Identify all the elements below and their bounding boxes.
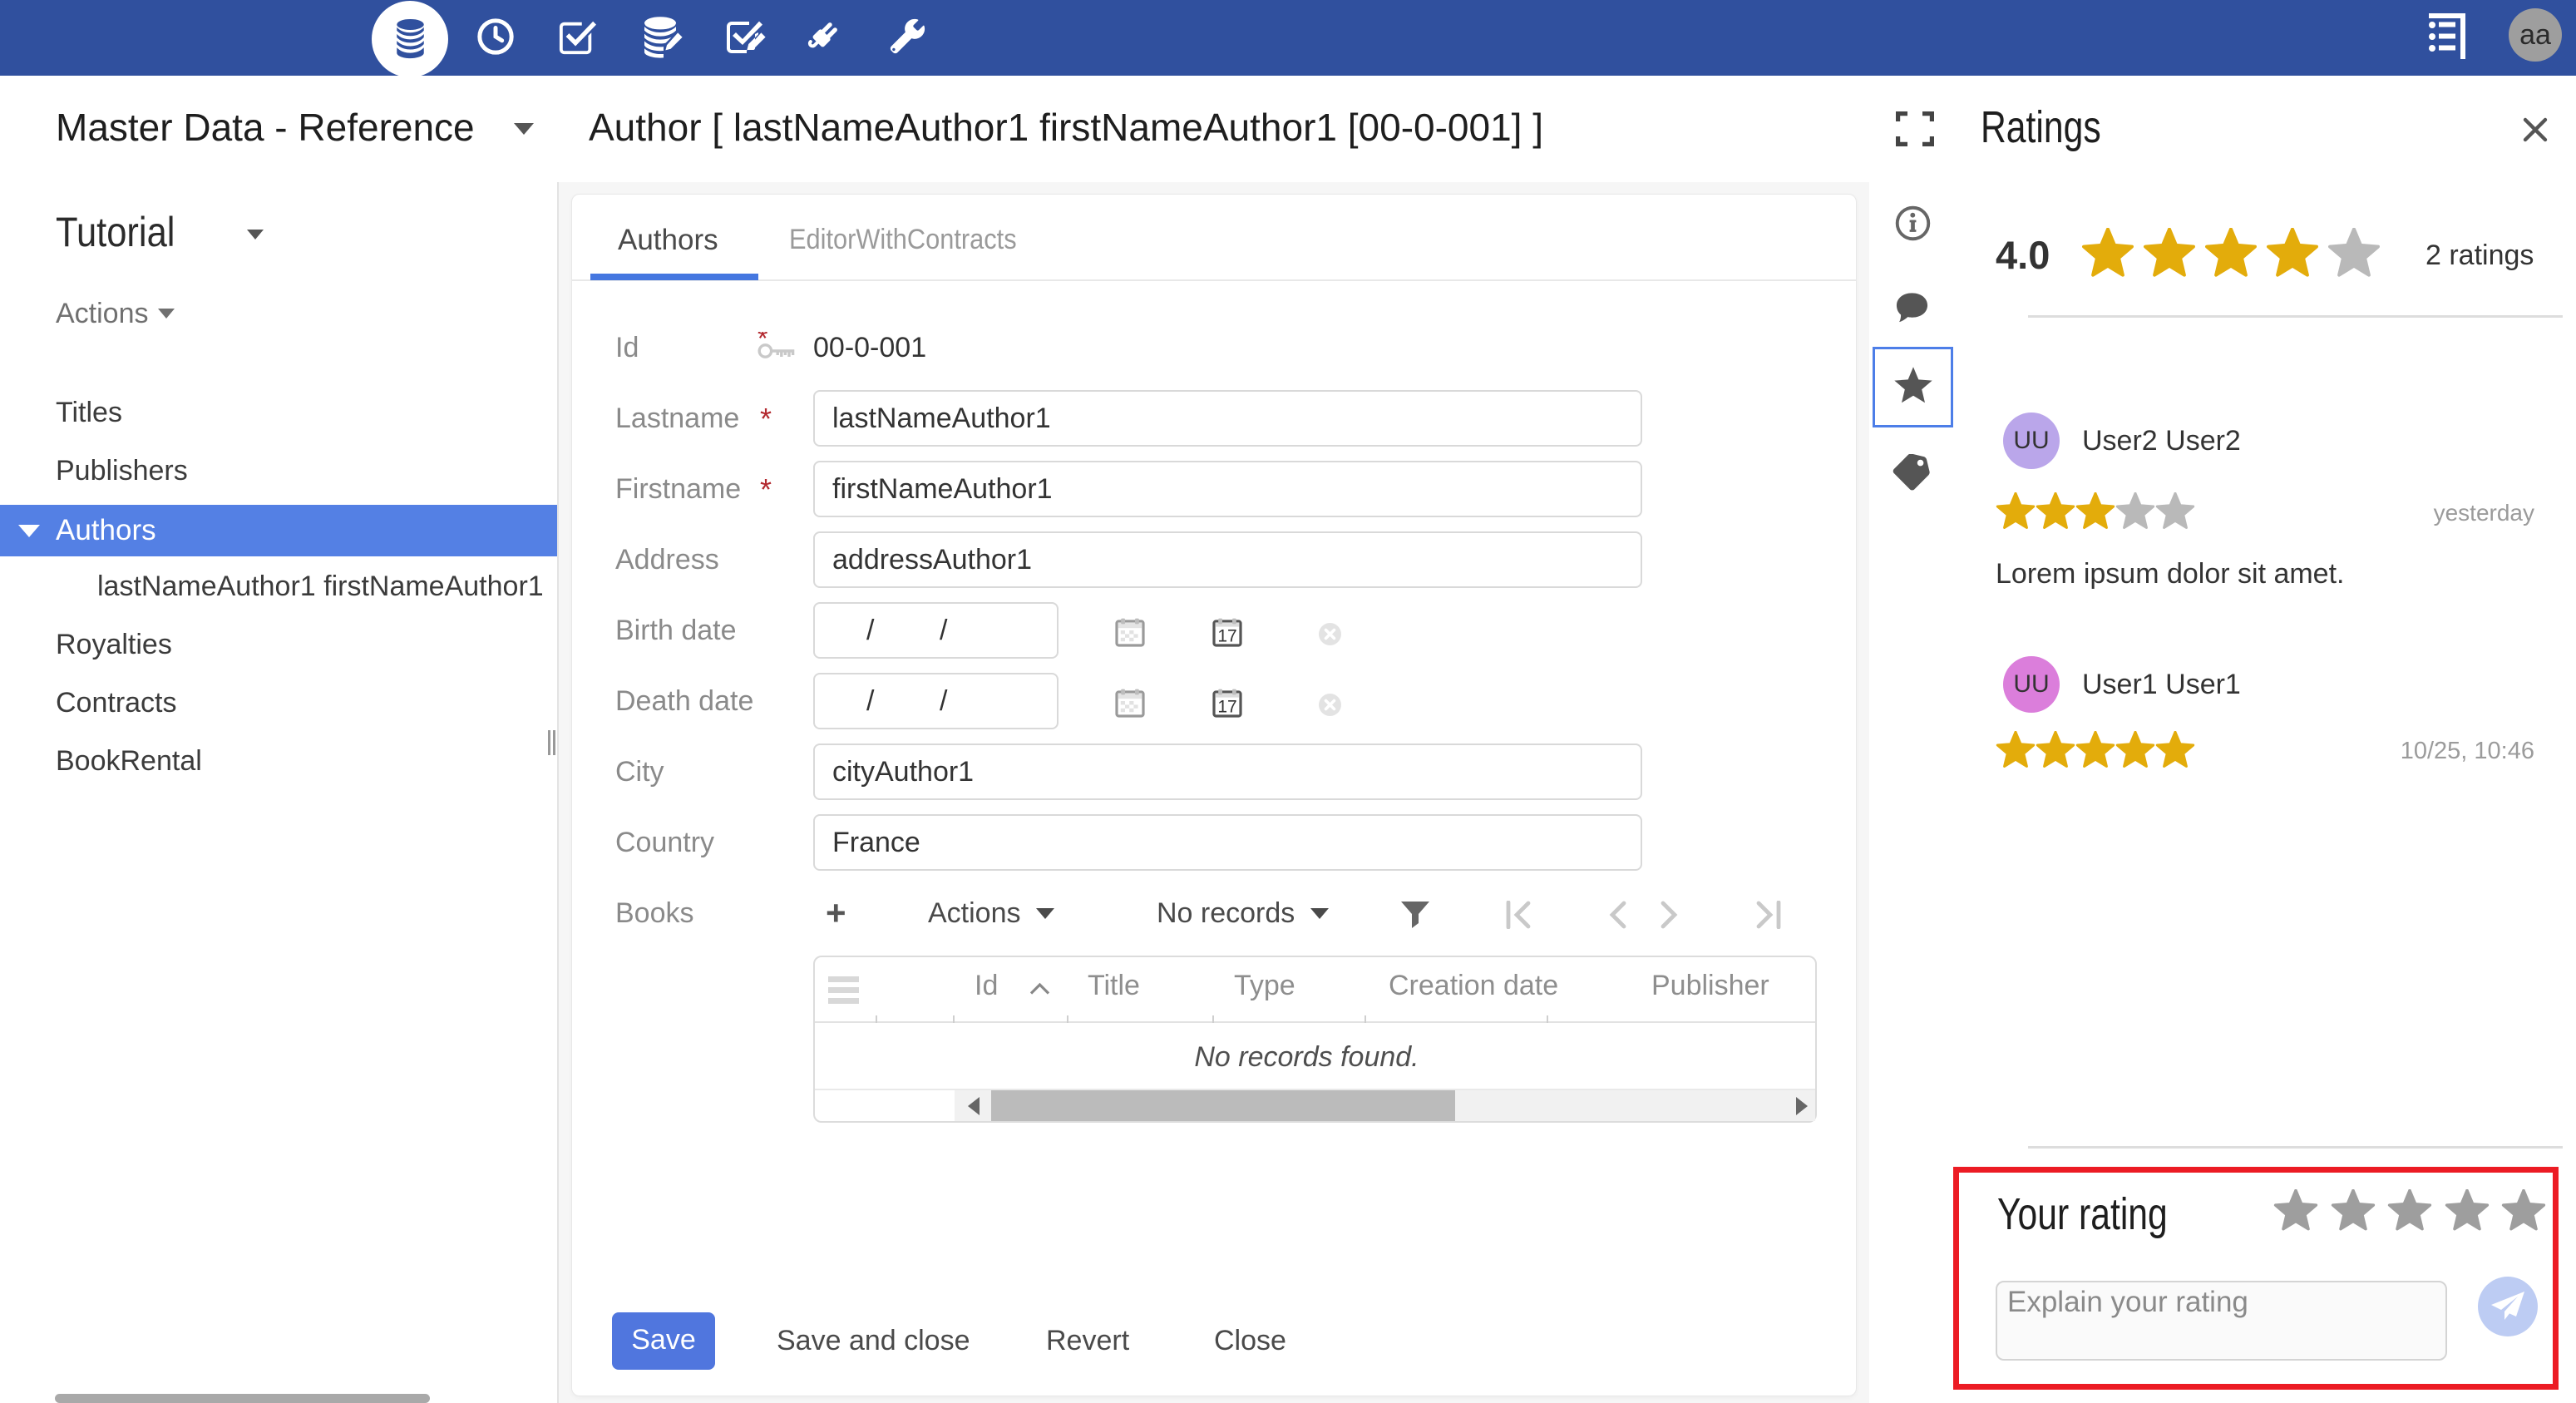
svg-text:17: 17 [1217, 698, 1236, 717]
svg-text:17: 17 [1217, 627, 1236, 646]
svg-text:*: * [758, 332, 767, 353]
